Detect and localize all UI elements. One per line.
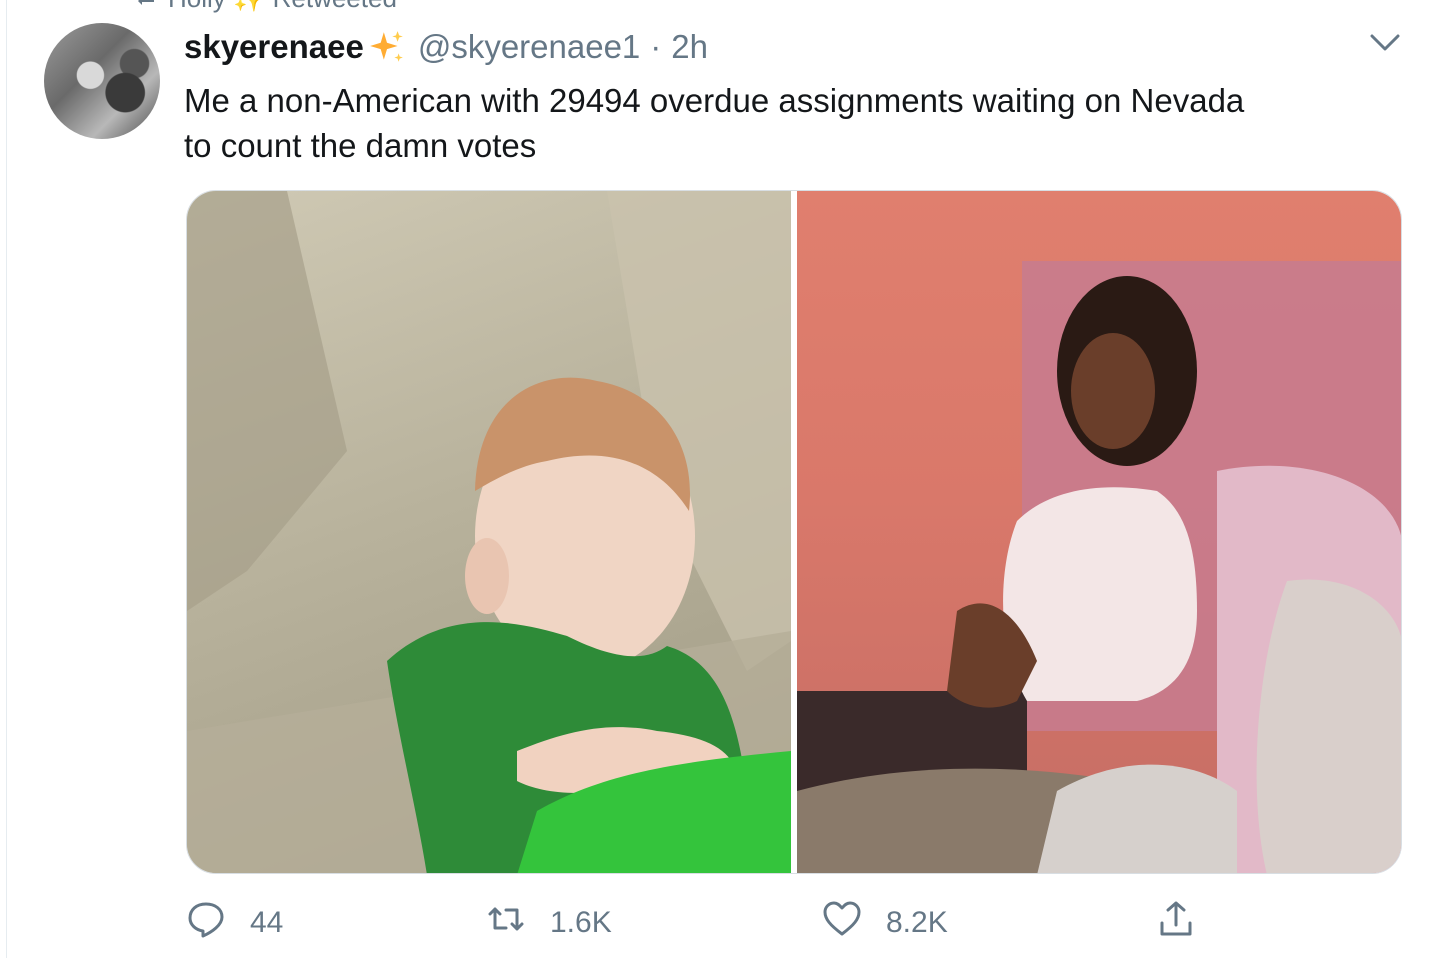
timestamp[interactable]: 2h <box>671 28 708 66</box>
tweet-actions: 44 1.6K 8.2K <box>186 898 1406 948</box>
retweet-count: 1.6K <box>550 906 612 939</box>
user-handle[interactable]: @skyerenaee1 <box>418 28 640 66</box>
tweet-text: Me a non-American with 29494 overdue ass… <box>184 82 1245 164</box>
like-count: 8.2K <box>886 906 948 939</box>
media-grid[interactable] <box>186 190 1402 874</box>
retweet-icon <box>132 0 158 14</box>
retweet-button[interactable]: 1.6K <box>486 898 612 948</box>
share-button[interactable] <box>1156 898 1196 948</box>
share-icon <box>1156 899 1196 947</box>
avatar[interactable] <box>44 23 160 139</box>
retweet-context[interactable]: Holly ✨ Retweeted <box>132 0 397 13</box>
reply-icon <box>186 899 250 947</box>
reply-count: 44 <box>250 906 284 939</box>
retweet-context-label: Holly ✨ Retweeted <box>168 0 397 14</box>
sparkles-icon <box>368 28 406 66</box>
retweet-icon <box>486 899 550 947</box>
reply-button[interactable]: 44 <box>186 898 283 948</box>
tweet-header: skyerenaee @skyerenaee1 · 2h <box>184 27 708 67</box>
like-button[interactable]: 8.2K <box>822 898 948 948</box>
photo-woman-sitting-on-bed[interactable] <box>797 191 1401 873</box>
timeline-border <box>6 0 7 958</box>
heart-icon <box>822 899 886 947</box>
display-name[interactable]: skyerenaee <box>184 28 364 66</box>
chevron-down-icon[interactable] <box>1366 28 1404 58</box>
separator-dot: · <box>650 28 662 65</box>
photo-child-arms-crossed[interactable] <box>187 191 791 873</box>
